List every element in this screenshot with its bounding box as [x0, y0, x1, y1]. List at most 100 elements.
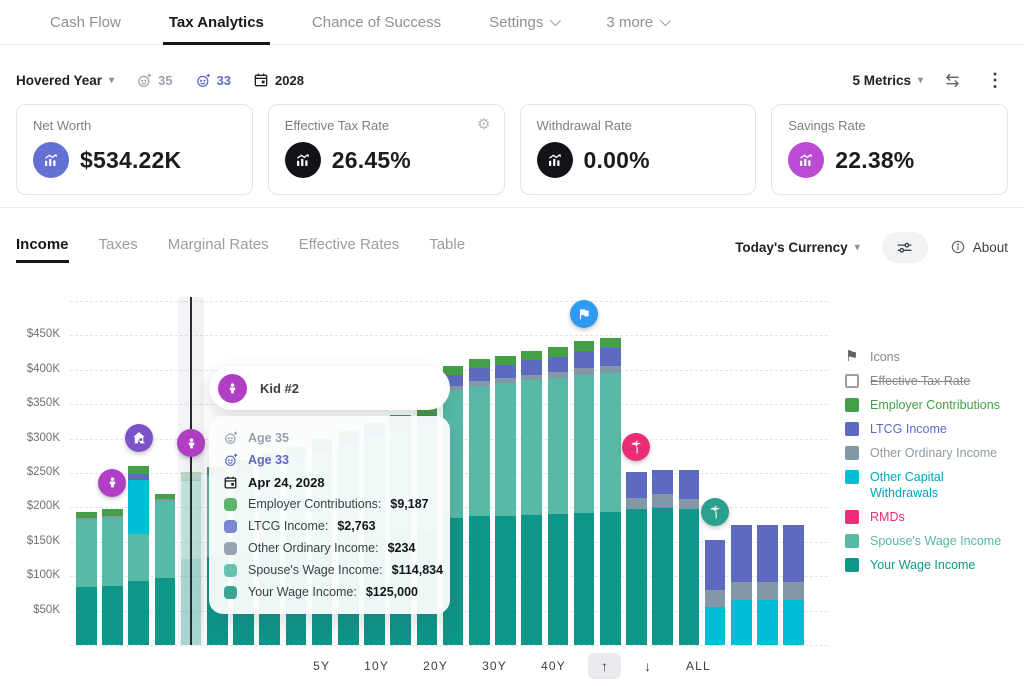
bar-segment[interactable] — [705, 590, 726, 607]
bar-segment[interactable] — [652, 508, 673, 645]
bar-segment[interactable] — [652, 470, 673, 495]
bar-segment[interactable] — [181, 559, 202, 645]
scroll-up-button[interactable]: ↑ — [588, 653, 621, 679]
bar-segment[interactable] — [521, 380, 542, 515]
kid-icon[interactable] — [98, 469, 126, 497]
bar-segment[interactable] — [155, 494, 176, 500]
bar-segment[interactable] — [548, 347, 569, 357]
swap-metrics-button[interactable] — [943, 71, 962, 90]
palm-icon[interactable] — [622, 433, 650, 461]
bar-segment[interactable] — [102, 509, 123, 515]
legend-item-ltcg-income[interactable]: LTCG Income — [845, 421, 1021, 437]
bar-segment[interactable] — [600, 348, 621, 365]
bar-segment[interactable] — [102, 516, 123, 518]
bar-segment[interactable] — [495, 516, 516, 645]
range-5y-button[interactable]: 5Y — [301, 652, 342, 680]
bar-segment[interactable] — [443, 366, 464, 374]
range-30y-button[interactable]: 30Y — [470, 652, 519, 680]
bar-segment[interactable] — [783, 600, 804, 645]
bar-segment[interactable] — [574, 341, 595, 351]
nav-item-tax-analytics[interactable]: Tax Analytics — [169, 0, 264, 45]
kid-icon[interactable] — [177, 429, 205, 457]
palm-icon[interactable] — [701, 498, 729, 526]
bar-segment[interactable] — [469, 359, 490, 368]
bar-segment[interactable] — [155, 499, 176, 500]
bar-segment[interactable] — [155, 578, 176, 645]
bar-segment[interactable] — [626, 509, 647, 645]
legend-item-icons[interactable]: ⚑ Icons — [845, 349, 1021, 365]
bar-segment[interactable] — [731, 600, 752, 645]
bar-segment[interactable] — [76, 520, 97, 587]
legend-item-rmds[interactable]: RMDs — [845, 509, 1021, 525]
bar-segment[interactable] — [731, 582, 752, 600]
chart-settings-button[interactable] — [882, 232, 928, 263]
bar-segment[interactable] — [181, 480, 202, 559]
bar-segment[interactable] — [521, 360, 542, 374]
range-all-button[interactable]: ALL — [674, 652, 723, 680]
gear-icon[interactable]: ⚙ — [477, 115, 490, 133]
tab-table[interactable]: Table — [429, 236, 465, 265]
nav-item-cash-flow[interactable]: Cash Flow — [50, 0, 121, 45]
bar-segment[interactable] — [600, 373, 621, 512]
tab-marginal-rates[interactable]: Marginal Rates — [168, 236, 269, 265]
bar-segment[interactable] — [757, 600, 778, 645]
nav-item-settings[interactable]: Settings — [489, 0, 558, 45]
bar-segment[interactable] — [679, 509, 700, 645]
bar-segment[interactable] — [469, 381, 490, 386]
bar-segment[interactable] — [469, 516, 490, 645]
bar-segment[interactable] — [495, 383, 516, 516]
bar-segment[interactable] — [574, 368, 595, 375]
bar-segment[interactable] — [521, 375, 542, 381]
tab-taxes[interactable]: Taxes — [99, 236, 138, 265]
bar-segment[interactable] — [705, 607, 726, 645]
bar-segment[interactable] — [521, 351, 542, 361]
bar-segment[interactable] — [76, 518, 97, 520]
legend-item-spouses-wage-income[interactable]: Spouse's Wage Income — [845, 533, 1021, 549]
bar-segment[interactable] — [757, 525, 778, 582]
bar-segment[interactable] — [128, 581, 149, 645]
legend-item-effective-tax-rate[interactable]: Effective Tax Rate — [845, 373, 1021, 389]
bar-segment[interactable] — [679, 499, 700, 509]
bar-segment[interactable] — [652, 507, 673, 508]
more-options-button[interactable]: ⋮ — [982, 71, 1008, 89]
range-40y-button[interactable]: 40Y — [529, 652, 578, 680]
tab-effective-rates[interactable]: Effective Rates — [299, 236, 400, 265]
bar-segment[interactable] — [705, 540, 726, 590]
bar-segment[interactable] — [757, 582, 778, 600]
bar-segment[interactable] — [128, 480, 149, 534]
legend-item-employer-contributions[interactable]: Employer Contributions — [845, 397, 1021, 413]
bar-segment[interactable] — [521, 515, 542, 645]
bar-segment[interactable] — [548, 357, 569, 372]
bar-segment[interactable] — [181, 472, 202, 478]
currency-dropdown[interactable]: Today's Currency▾ — [735, 240, 860, 255]
bar-segment[interactable] — [600, 338, 621, 348]
bar-segment[interactable] — [574, 351, 595, 369]
bar-segment[interactable] — [495, 356, 516, 365]
bar-segment[interactable] — [574, 513, 595, 645]
hovered-year-dropdown[interactable]: Hovered Year▾ — [16, 73, 114, 88]
scroll-down-button[interactable]: ↓ — [631, 653, 664, 679]
tab-income[interactable]: Income — [16, 236, 69, 265]
bar-segment[interactable] — [495, 365, 516, 378]
bar-segment[interactable] — [128, 466, 149, 474]
bar-segment[interactable] — [128, 534, 149, 581]
flag-icon[interactable] — [570, 300, 598, 328]
bar-segment[interactable] — [155, 501, 176, 578]
bar-segment[interactable] — [783, 525, 804, 582]
metrics-dropdown[interactable]: 5 Metrics▾ — [852, 73, 923, 88]
bar-segment[interactable] — [679, 470, 700, 499]
about-button[interactable]: About — [950, 239, 1008, 255]
home-search-icon[interactable] — [125, 424, 153, 452]
legend-item-other-capital-withdrawals[interactable]: Other Capital Withdrawals — [845, 469, 1021, 501]
bar-segment[interactable] — [626, 472, 647, 498]
bar-segment[interactable] — [102, 518, 123, 586]
bar-segment[interactable] — [128, 474, 149, 480]
bar-segment[interactable] — [626, 498, 647, 509]
bar-segment[interactable] — [495, 378, 516, 383]
bar-segment[interactable] — [181, 478, 202, 480]
bar-segment[interactable] — [548, 372, 569, 378]
bar-segment[interactable] — [600, 366, 621, 374]
bar-segment[interactable] — [102, 586, 123, 645]
legend-item-other-ordinary-income[interactable]: Other Ordinary Income — [845, 445, 1021, 461]
legend-item-your-wage-income[interactable]: Your Wage Income — [845, 557, 1021, 573]
